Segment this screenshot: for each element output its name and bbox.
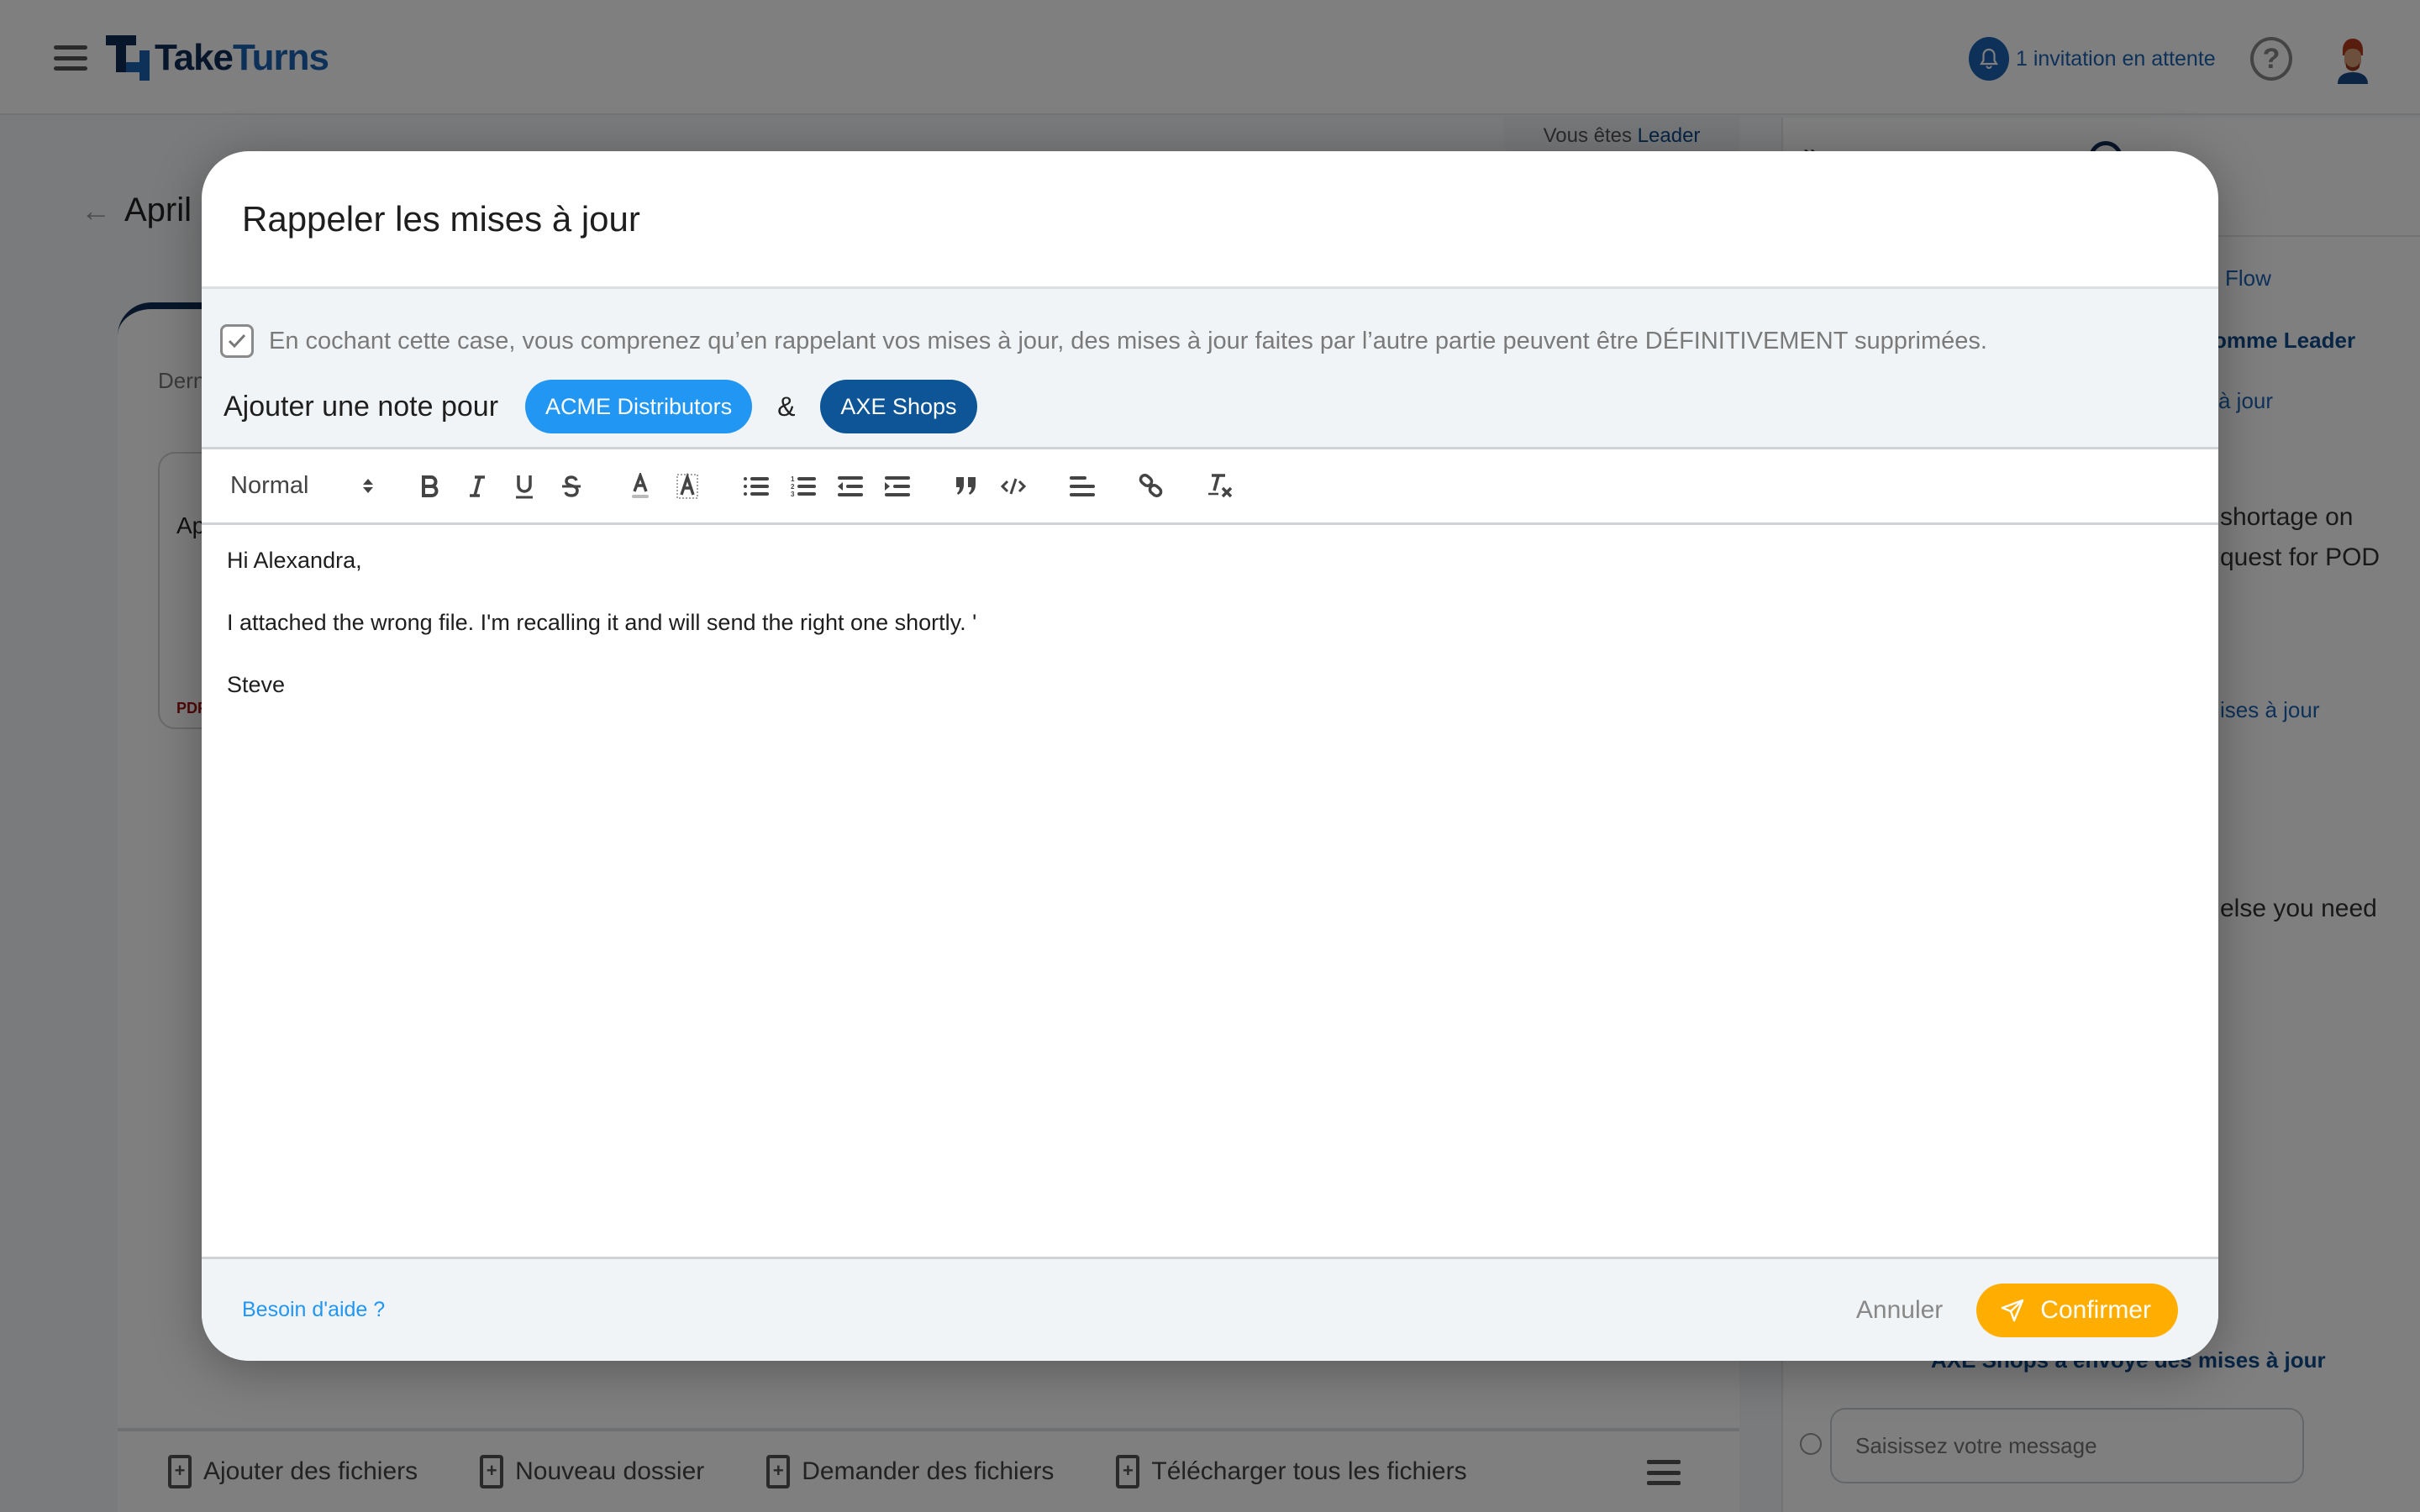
send-icon [2002, 1299, 2024, 1321]
svg-text:3: 3 [791, 491, 795, 498]
recipient-chip-acme[interactable]: ACME Distributors [525, 380, 753, 433]
recipients-separator: & [777, 391, 796, 422]
align-left-icon [1070, 475, 1095, 496]
bold-button[interactable] [407, 463, 454, 510]
link-button[interactable] [1128, 463, 1175, 510]
recipient-chip-axe[interactable]: AXE Shops [820, 380, 977, 433]
outdent-icon [838, 475, 863, 496]
text-color-icon [632, 472, 649, 498]
code-icon [1001, 478, 1026, 494]
ordered-list-button[interactable]: 123 [780, 463, 827, 510]
bold-icon [422, 475, 439, 497]
note-editor[interactable]: Hi Alexandra, I attached the wrong file.… [202, 525, 2218, 1259]
svg-text:1: 1 [791, 475, 795, 483]
bullet-list-button[interactable] [733, 463, 780, 510]
cancel-button[interactable]: Annuler [1856, 1296, 1943, 1325]
editor-paragraph: Steve [227, 672, 286, 697]
editor-toolbar: Normal 123 [202, 449, 2218, 525]
clear-format-icon [1208, 473, 1233, 497]
svg-text:2: 2 [791, 483, 795, 491]
indent-icon [885, 475, 910, 496]
quote-icon [956, 476, 976, 495]
recall-updates-modal: Rappeler les mises à jour En cochant cet… [202, 151, 2218, 1361]
blockquote-button[interactable] [943, 463, 990, 510]
underline-button[interactable] [501, 463, 548, 510]
help-link[interactable]: Besoin d'aide ? [242, 1298, 385, 1322]
outdent-button[interactable] [827, 463, 874, 510]
underline-icon [516, 475, 533, 498]
recipients-label: Ajouter une note pour [224, 390, 499, 423]
italic-button[interactable] [454, 463, 501, 510]
ordered-list-icon: 123 [791, 475, 816, 498]
code-block-button[interactable] [990, 463, 1037, 510]
clear-format-button[interactable] [1197, 463, 1244, 510]
strike-button[interactable] [548, 463, 595, 510]
editor-paragraph: I attached the wrong file. I'm recalling… [227, 610, 977, 635]
recipients-row: Ajouter une note pour ACME Distributors … [220, 380, 2218, 433]
format-select[interactable]: Normal [230, 472, 373, 500]
background-color-button[interactable] [664, 463, 711, 510]
format-select-value: Normal [230, 472, 309, 499]
acknowledge-text: En cochant cette case, vous comprenez qu… [269, 327, 1987, 354]
acknowledge-row: En cochant cette case, vous comprenez qu… [220, 324, 2218, 358]
modal-info-section: En cochant cette case, vous comprenez qu… [202, 289, 2218, 449]
confirm-label: Confirmer [2040, 1295, 2151, 1324]
italic-icon [470, 475, 485, 497]
indent-button[interactable] [874, 463, 921, 510]
confirm-button[interactable]: Confirmer [1976, 1283, 2178, 1337]
modal-title: Rappeler les mises à jour [242, 198, 640, 239]
acknowledge-checkbox[interactable] [220, 324, 254, 358]
text-color-button[interactable] [617, 463, 664, 510]
background-color-icon [676, 472, 698, 499]
modal-footer: Besoin d'aide ? Annuler Confirmer [202, 1257, 2218, 1361]
align-button[interactable] [1059, 463, 1106, 510]
bullet-list-icon [744, 476, 769, 496]
checkmark-icon [228, 333, 246, 349]
modal-header: Rappeler les mises à jour [202, 151, 2218, 289]
link-icon [1139, 473, 1163, 497]
select-arrows-icon [363, 479, 373, 493]
editor-paragraph: Hi Alexandra, [227, 548, 362, 573]
strikethrough-icon [562, 475, 581, 497]
